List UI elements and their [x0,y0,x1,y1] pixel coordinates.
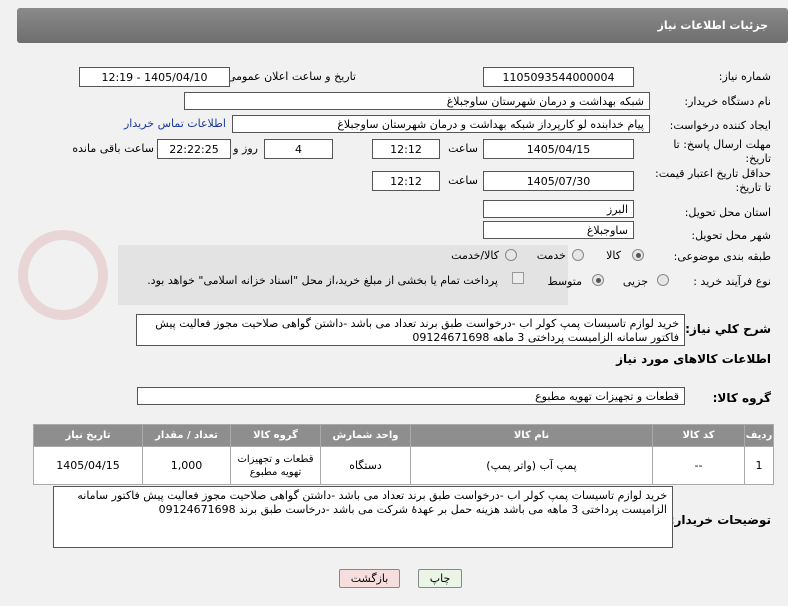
summary-field: خرید لوازم تاسیسات پمپ کولر اب -درخواست … [136,314,685,346]
category-option-service: خدمت [536,249,566,262]
payment-note: پرداخت تمام یا بخشی از مبلغ خرید،از محل … [147,274,498,287]
back-button[interactable]: بازگشت [339,569,400,588]
deadline-label-2: تاریخ: [745,152,771,165]
validity-date-field: 1405/07/30 [483,171,634,191]
col-row-number: ردیف [744,424,774,447]
validity-label-2: تا تاریخ: [735,181,771,194]
announce-field: 1405/04/10 - 12:19 [79,67,230,87]
category-option-goods: کالا [606,249,621,262]
col-goods-name: نام کالا [410,424,653,447]
need-number-field: 1105093544000004 [483,67,634,87]
print-button[interactable]: چاپ [418,569,462,588]
deadline-time-label: ساعت [448,142,478,155]
table-header-row: ردیف کد کالا نام کالا واحد شمارش گروه کا… [33,424,774,447]
validity-time-label: ساعت [448,174,478,187]
cell-goods-name: پمپ آب (واتر پمپ) [410,446,653,485]
summary-label: شرح کلي نياز: [685,322,771,336]
cell-goods-group: قطعات و تجهیزات تهویه مطبوع [230,446,321,485]
cell-unit: دستگاه [320,446,411,485]
province-field: البرز [483,200,634,218]
buyer-org-field: شبکه بهداشت و درمان شهرستان ساوجبلاغ [184,92,650,110]
process-option-minor: جزیی [622,275,648,288]
col-need-date: تاریخ نیاز [33,424,143,447]
announce-label: تاریخ و ساعت اعلان عمومی: [223,70,356,83]
province-label: استان محل تحویل: [684,206,771,219]
buyer-notes-field: خرید لوازم تاسیسات پمپ کولر اب -درخواست … [53,486,673,548]
cell-quantity: 1,000 [142,446,231,485]
category-radio-goods[interactable] [632,249,644,261]
goods-group-label: گروه کالا: [712,391,771,405]
title-bar: جزئیات اطلاعات نیاز [17,8,788,43]
deadline-time-field: 12:12 [372,139,440,159]
deadline-label-1: مهلت ارسال پاسخ: تا [673,138,771,151]
remaining-time-field: 22:22:25 [157,139,231,159]
validity-time-field: 12:12 [372,171,440,191]
cell-row-number: 1 [744,446,774,485]
cell-need-date: 1405/04/15 [33,446,143,485]
process-radio-minor[interactable] [657,274,669,286]
creator-label: ایجاد کننده درخواست: [669,119,771,132]
remaining-label: ساعت باقی مانده [72,142,154,155]
category-label: طبقه بندی موضوعی: [673,250,771,263]
city-field: ساوجبلاغ [483,221,634,239]
items-table: ردیف کد کالا نام کالا واحد شمارش گروه کا… [33,424,774,485]
page-title: جزئیات اطلاعات نیاز [657,19,769,32]
col-unit: واحد شمارش [320,424,411,447]
validity-label-1: حداقل تاریخ اعتبار قیمت: [655,167,771,180]
col-goods-group: گروه کالا [230,424,321,447]
table-row: 1 -- پمپ آب (واتر پمپ) دستگاه قطعات و تج… [33,446,774,485]
goods-group-field: قطعات و تجهیزات تهویه مطبوع [137,387,685,405]
deadline-date-field: 1405/04/15 [483,139,634,159]
goods-info-title: اطلاعات کالاهای مورد نیاز [616,352,771,366]
process-radio-medium[interactable] [592,274,604,286]
need-number-label: شماره نیاز: [718,70,771,83]
col-goods-code: کد کالا [652,424,745,447]
col-quantity: تعداد / مقدار [142,424,231,447]
category-radio-goods-service[interactable] [505,249,517,261]
creator-field: پیام خدابنده لو کارپرداز شبکه بهداشت و د… [232,115,650,133]
treasury-checkbox[interactable] [512,272,524,284]
page: جزئیات اطلاعات نیاز شماره نیاز: 11050935… [0,0,788,606]
cell-goods-code: -- [652,446,745,485]
days-field: 4 [264,139,333,159]
category-option-goods-service: کالا/خدمت [451,249,499,262]
city-label: شهر محل تحویل: [691,229,771,242]
contact-info-link[interactable]: اطلاعات تماس خریدار [124,117,226,130]
buyer-notes-label: توضیحات خریدار: [669,513,771,527]
category-radio-service[interactable] [572,249,584,261]
days-label: روز و [233,142,258,155]
process-option-medium: متوسط [547,275,582,288]
buyer-org-label: نام دستگاه خریدار: [684,95,771,108]
process-label: نوع فرآیند خرید : [693,275,771,288]
